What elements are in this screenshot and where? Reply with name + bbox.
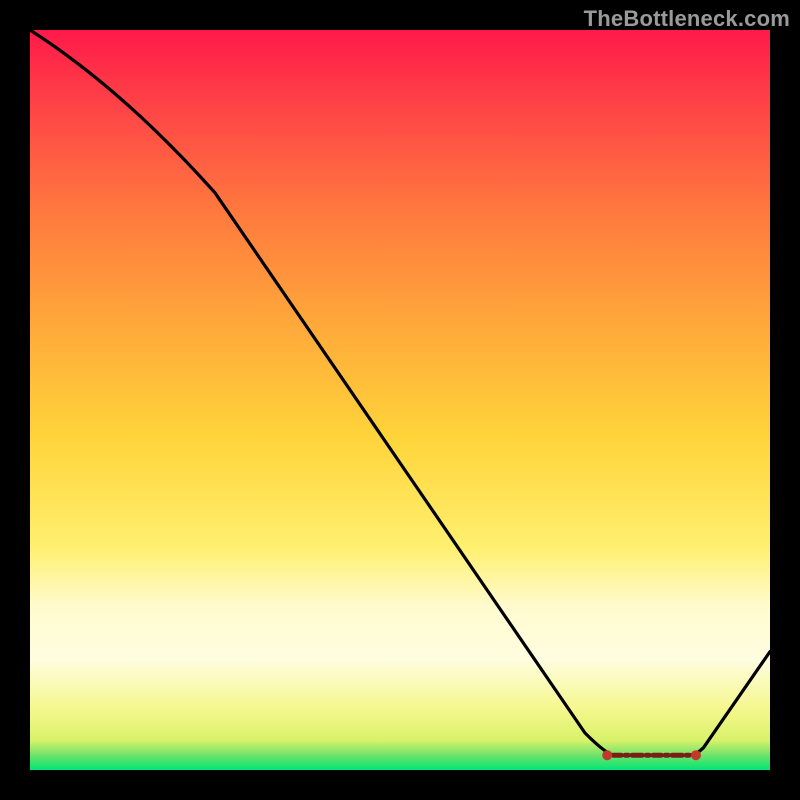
plot-background [30, 30, 770, 770]
bottleneck-chart [0, 0, 800, 800]
